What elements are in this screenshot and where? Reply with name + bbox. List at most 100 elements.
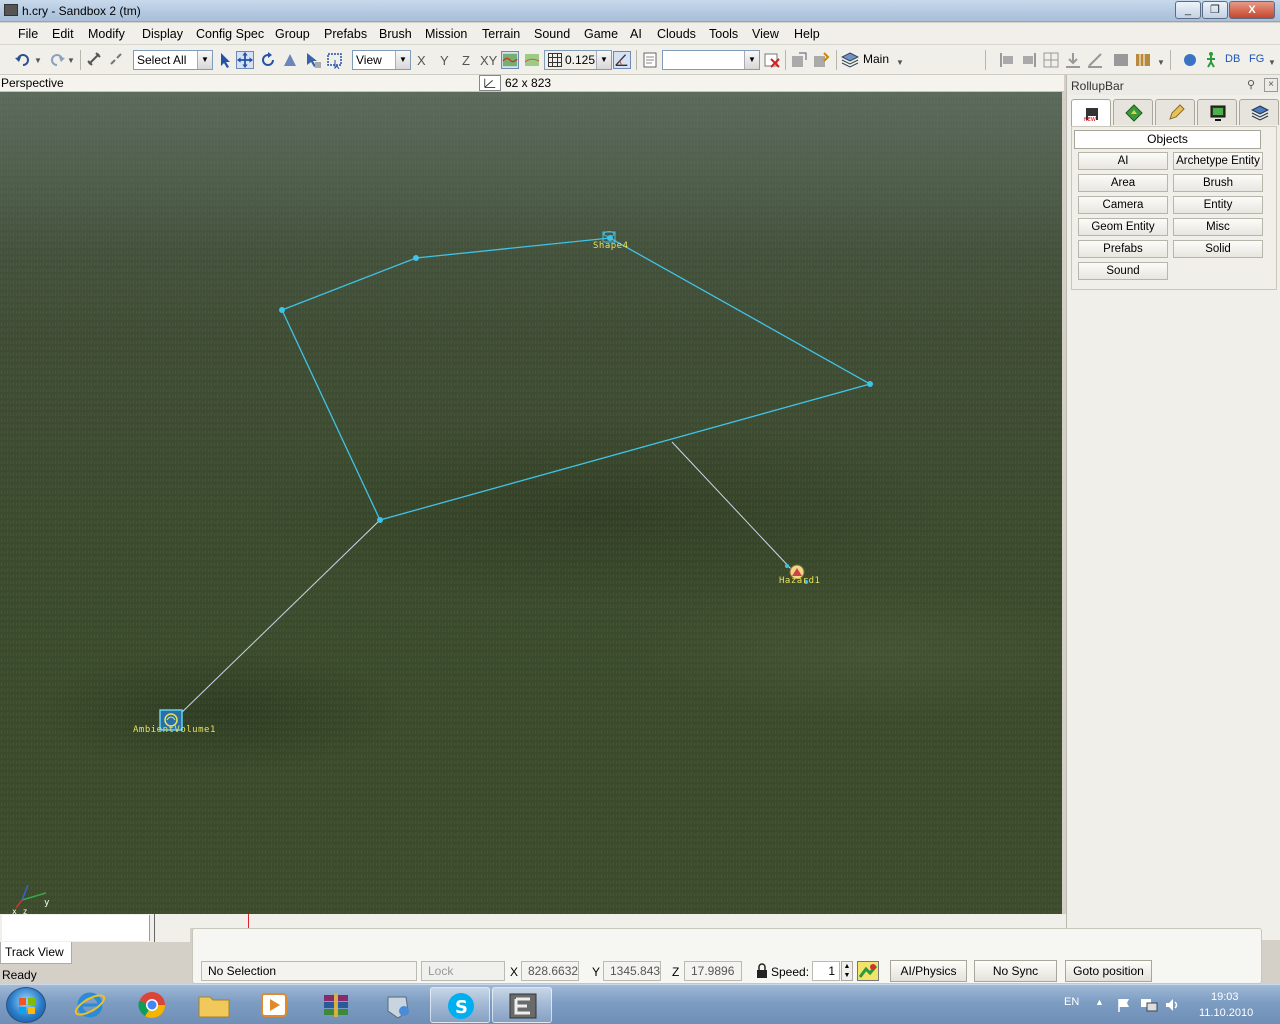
menu-help[interactable]: Help [794, 27, 820, 41]
toolbar-overflow-icon[interactable]: ▼ [1157, 58, 1165, 67]
tab-terrain[interactable] [1113, 99, 1153, 125]
taskbar-skype[interactable]: S [430, 987, 490, 1023]
menu-prefabs[interactable]: Prefabs [324, 27, 367, 41]
flowgraph-button[interactable]: FG [1249, 53, 1264, 65]
delete-selection-icon[interactable] [763, 51, 781, 69]
redo-icon[interactable] [48, 51, 66, 69]
menu-file[interactable]: File [18, 27, 38, 41]
taskbar-explorer[interactable] [184, 987, 244, 1023]
network-icon[interactable] [1140, 997, 1158, 1013]
object-solid-button[interactable]: Solid [1173, 240, 1263, 258]
close-button[interactable]: X [1229, 1, 1275, 19]
hazard-label[interactable]: Hazard1 [779, 576, 820, 586]
menu-view[interactable]: View [752, 27, 779, 41]
select-arrow-icon[interactable] [216, 51, 234, 69]
menu-ai[interactable]: AI [630, 27, 642, 41]
minimize-button[interactable]: _ [1175, 1, 1201, 19]
physics-sphere-icon[interactable] [1181, 51, 1199, 69]
menu-edit[interactable]: Edit [52, 27, 74, 41]
undo-dropdown-icon[interactable]: ▼ [34, 56, 42, 65]
toolbar-overflow-icon[interactable]: ▼ [1268, 58, 1276, 67]
viewport-header[interactable]: Perspective 62 x 823 [0, 75, 1064, 92]
viewport-size-icon[interactable] [479, 75, 501, 91]
shape-vertex[interactable] [279, 307, 285, 313]
named-selection-dropdown[interactable]: ▼ [662, 50, 760, 70]
taskbar-network-app[interactable] [368, 987, 428, 1023]
ai-physics-button[interactable]: AI/Physics [890, 960, 967, 982]
unlink-icon[interactable] [108, 51, 126, 69]
menu-modify[interactable]: Modify [88, 27, 125, 41]
clock-date[interactable]: 11.10.2010 [1199, 1007, 1253, 1019]
align-right-icon[interactable] [1020, 51, 1038, 69]
database-view-button[interactable]: DB [1225, 53, 1240, 65]
select-terrain-icon[interactable] [304, 51, 322, 69]
menu-group[interactable]: Group [275, 27, 310, 41]
viewport-name[interactable]: Perspective [1, 76, 64, 90]
taskbar-sandbox[interactable] [492, 987, 552, 1023]
time-marker[interactable] [248, 914, 249, 928]
goto-position-button[interactable]: Goto position [1065, 960, 1152, 982]
material-editor-icon[interactable] [1134, 51, 1152, 69]
taskbar-chrome[interactable] [122, 987, 182, 1023]
clock-time[interactable]: 19:03 [1211, 991, 1239, 1003]
undo-icon[interactable] [14, 51, 32, 69]
object-browser-icon[interactable] [1112, 51, 1130, 69]
coord-system-dropdown[interactable]: View ▼ [352, 50, 411, 70]
volume-icon[interactable] [1164, 997, 1180, 1013]
shape-label[interactable]: Shape4 [593, 241, 629, 251]
object-area-button[interactable]: Area [1078, 174, 1168, 192]
shape-vertex[interactable] [413, 255, 419, 261]
z-coord-field[interactable]: 17.9896 [684, 961, 742, 981]
track-view-panel[interactable] [2, 915, 150, 941]
object-prefabs-button[interactable]: Prefabs [1078, 240, 1168, 258]
angle-snap-icon[interactable] [613, 51, 631, 69]
menu-tools[interactable]: Tools [709, 27, 738, 41]
object-sound-button[interactable]: Sound [1078, 262, 1168, 280]
terrain-collision-icon[interactable] [857, 961, 879, 981]
export-layer-icon[interactable] [790, 51, 808, 69]
objects-section-header[interactable]: Objects [1074, 130, 1261, 149]
perspective-viewport[interactable]: Shape4 Hazard1 AmbientVolume1 y x z [0, 92, 1062, 914]
menu-mission[interactable]: Mission [425, 27, 467, 41]
ambient-volume-label[interactable]: AmbientVolume1 [133, 725, 216, 735]
menu-sound[interactable]: Sound [534, 27, 570, 41]
menu-display[interactable]: Display [142, 27, 183, 41]
language-indicator[interactable]: EN [1064, 996, 1079, 1008]
tab-layers[interactable] [1239, 99, 1279, 125]
object-entity-button[interactable]: Entity [1173, 196, 1263, 214]
terrain-follow-icon[interactable] [501, 51, 519, 69]
tab-track-view[interactable]: Track View [0, 942, 72, 964]
object-ai-button[interactable]: AI [1078, 152, 1168, 170]
object-misc-button[interactable]: Misc [1173, 218, 1263, 236]
lock-selection-button[interactable]: Lock Selection [421, 961, 505, 996]
speed-spinner[interactable]: ▲ ▼ [841, 961, 853, 981]
taskbar-media-player[interactable] [244, 987, 304, 1023]
rotate-icon[interactable] [259, 51, 277, 69]
axis-xy-button[interactable]: XY [480, 53, 497, 68]
object-brush-button[interactable]: Brush [1173, 174, 1263, 192]
shape-vertex[interactable] [867, 381, 873, 387]
taskbar-ie[interactable] [60, 987, 120, 1023]
timeline-ruler[interactable] [190, 914, 1066, 928]
link-icon[interactable] [86, 51, 104, 69]
pin-icon[interactable]: ⚲ [1247, 78, 1261, 92]
lock-icon[interactable] [756, 963, 768, 979]
ai-walker-icon[interactable] [1202, 51, 1220, 69]
rect-select-icon[interactable] [326, 51, 344, 69]
scale-icon[interactable] [281, 51, 299, 69]
selection-filter-dropdown[interactable]: Select All ▼ [133, 50, 213, 70]
redo-dropdown-icon[interactable]: ▼ [67, 56, 75, 65]
layers-icon[interactable] [841, 51, 859, 69]
maximize-button[interactable]: ❐ [1202, 1, 1228, 19]
close-icon[interactable]: × [1264, 78, 1278, 92]
speed-field[interactable]: 1 [812, 961, 840, 981]
grid-size-dropdown[interactable]: 0.125 ▼ [544, 50, 612, 70]
taskbar-winrar[interactable] [306, 987, 366, 1023]
start-button[interactable] [6, 987, 46, 1023]
align-normal-icon[interactable] [1086, 51, 1104, 69]
shape-vertex[interactable] [377, 517, 383, 523]
x-coord-field[interactable]: 828.6632 [521, 961, 579, 981]
import-layer-icon[interactable] [812, 51, 830, 69]
y-coord-field[interactable]: 1345.843 [603, 961, 661, 981]
menu-config-spec[interactable]: Config Spec [196, 27, 264, 41]
